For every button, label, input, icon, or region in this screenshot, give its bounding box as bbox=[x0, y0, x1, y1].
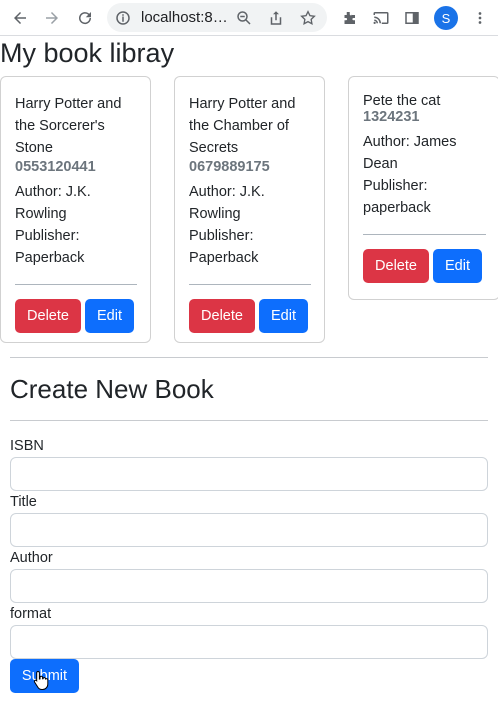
book-title: Harry Potter and the Sorcerer's Stone bbox=[15, 96, 122, 156]
url-text: localhost:8… bbox=[141, 9, 228, 26]
card-divider bbox=[363, 234, 486, 235]
cast-icon[interactable] bbox=[369, 6, 393, 30]
book-publisher: Publisher: Paperback bbox=[189, 228, 259, 266]
book-card: Harry Potter and the Chamber of Secrets … bbox=[174, 76, 325, 343]
title-label: Title bbox=[10, 494, 37, 510]
book-author: Author: J.K. Rowling bbox=[15, 184, 91, 222]
forward-arrow-icon[interactable] bbox=[40, 6, 64, 30]
title-input[interactable] bbox=[10, 513, 488, 547]
book-author: Author: James Dean bbox=[363, 134, 457, 172]
book-isbn: 0553120441 bbox=[15, 159, 96, 175]
edit-button[interactable]: Edit bbox=[259, 299, 308, 333]
heading-divider bbox=[10, 420, 488, 421]
extensions-icon[interactable] bbox=[337, 6, 361, 30]
browser-toolbar: localhost:8… S bbox=[0, 0, 498, 36]
author-label: Author bbox=[10, 550, 53, 566]
delete-button[interactable]: Delete bbox=[15, 299, 81, 333]
book-card: Pete the cat 1324231 Author: James Dean … bbox=[348, 76, 498, 300]
share-icon[interactable] bbox=[264, 6, 288, 30]
profile-avatar[interactable]: S bbox=[434, 6, 458, 30]
address-bar[interactable]: localhost:8… bbox=[107, 3, 327, 32]
format-input[interactable] bbox=[10, 625, 488, 659]
book-isbn: 1324231 bbox=[363, 109, 420, 125]
card-divider bbox=[15, 284, 137, 285]
edit-button[interactable]: Edit bbox=[85, 299, 134, 333]
isbn-label: ISBN bbox=[10, 438, 44, 454]
book-author: Author: J.K. Rowling bbox=[189, 184, 265, 222]
back-arrow-icon[interactable] bbox=[8, 6, 32, 30]
card-divider bbox=[189, 284, 311, 285]
book-publisher: Publisher: paperback bbox=[363, 178, 431, 216]
book-isbn: 0679889175 bbox=[189, 159, 270, 175]
delete-button[interactable]: Delete bbox=[189, 299, 255, 333]
zoom-icon[interactable] bbox=[232, 6, 256, 30]
hand-cursor-icon bbox=[33, 670, 49, 690]
book-title: Pete the cat bbox=[363, 93, 441, 109]
book-card: Harry Potter and the Sorcerer's Stone 05… bbox=[0, 76, 151, 343]
edit-button[interactable]: Edit bbox=[433, 249, 482, 283]
reload-icon[interactable] bbox=[73, 6, 97, 30]
info-icon[interactable] bbox=[111, 6, 135, 30]
delete-button[interactable]: Delete bbox=[363, 249, 429, 283]
author-input[interactable] bbox=[10, 569, 488, 603]
page-title: My book libray bbox=[0, 38, 175, 68]
book-publisher: Publisher: Paperback bbox=[15, 228, 85, 266]
format-label: format bbox=[10, 606, 52, 622]
isbn-input[interactable] bbox=[10, 457, 488, 491]
sidepanel-icon[interactable] bbox=[400, 6, 424, 30]
form-heading: Create New Book bbox=[10, 374, 214, 404]
star-icon[interactable] bbox=[296, 6, 320, 30]
book-title: Harry Potter and the Chamber of Secrets bbox=[189, 96, 296, 156]
section-divider bbox=[10, 357, 488, 358]
kebab-menu-icon[interactable] bbox=[468, 6, 492, 30]
